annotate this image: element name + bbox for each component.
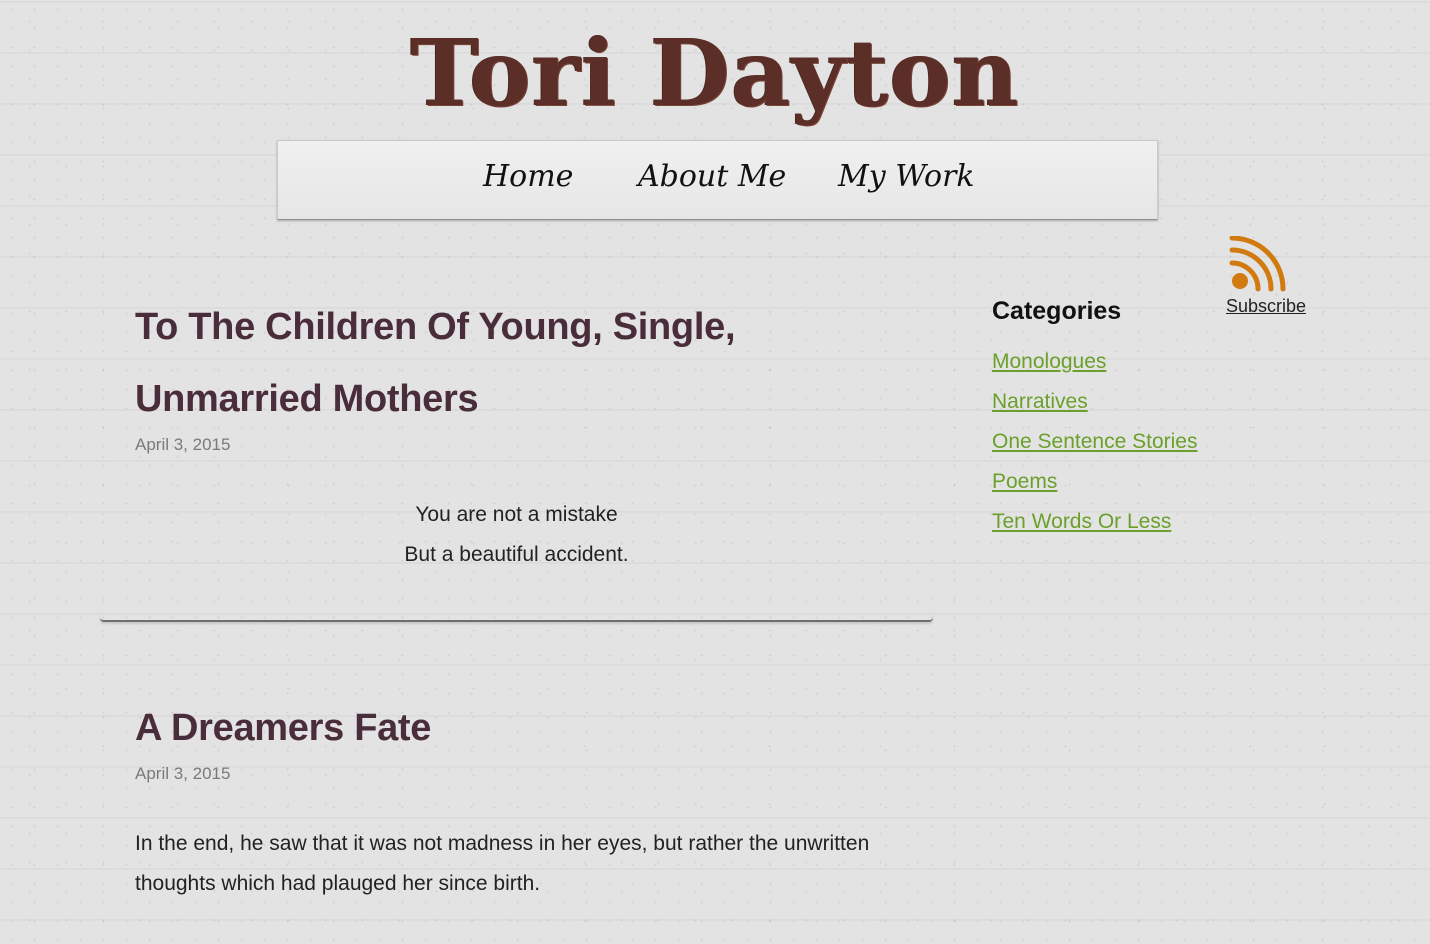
post-date: April 3, 2015 xyxy=(135,435,231,454)
category-link-poems[interactable]: Poems xyxy=(992,470,1057,493)
post-line: thoughts which had plauged her since bir… xyxy=(135,872,541,895)
list-item: Ten Words Or Less xyxy=(992,508,1252,548)
list-item: Poems xyxy=(992,468,1252,508)
nav-item-my-work[interactable]: My Work xyxy=(838,159,975,194)
site-title[interactable]: Tori Dayton xyxy=(0,18,1430,128)
post-line: In the end, he saw that it was not madne… xyxy=(135,832,870,855)
post-date: April 3, 2015 xyxy=(135,764,231,783)
category-link-ten-words-or-less[interactable]: Ten Words Or Less xyxy=(992,510,1171,533)
categories-heading: Categories xyxy=(992,297,1122,325)
post-a-dreamers-fate: A Dreamers Fate April 3, 2015 In the end… xyxy=(135,692,915,904)
sidebar: Categories Monologues Narratives One Sen… xyxy=(992,294,1252,548)
post-divider xyxy=(100,612,933,622)
post-excerpt: In the end, he saw that it was not madne… xyxy=(135,824,915,904)
post-line: You are not a mistake xyxy=(415,503,618,526)
nav-item-home[interactable]: Home xyxy=(483,159,573,194)
main-navigation: Home About Me My Work xyxy=(277,140,1158,220)
post-title[interactable]: To The Children Of Young, Single, Unmarr… xyxy=(135,291,915,435)
post-excerpt: You are not a mistake But a beautiful ac… xyxy=(135,495,898,575)
category-link-one-sentence-stories[interactable]: One Sentence Stories xyxy=(992,430,1197,453)
post-title[interactable]: A Dreamers Fate xyxy=(135,692,915,764)
nav-item-about-me[interactable]: About Me xyxy=(638,159,786,194)
rss-feed-icon[interactable] xyxy=(1226,236,1306,292)
category-link-narratives[interactable]: Narratives xyxy=(992,390,1088,413)
category-link-monologues[interactable]: Monologues xyxy=(992,350,1106,373)
list-item: One Sentence Stories xyxy=(992,428,1252,468)
category-list: Monologues Narratives One Sentence Stori… xyxy=(992,348,1252,548)
list-item: Monologues xyxy=(992,348,1252,388)
post-line: But a beautiful accident. xyxy=(404,543,629,566)
post-children-of-young-mothers: To The Children Of Young, Single, Unmarr… xyxy=(135,291,915,575)
list-item: Narratives xyxy=(992,388,1252,428)
